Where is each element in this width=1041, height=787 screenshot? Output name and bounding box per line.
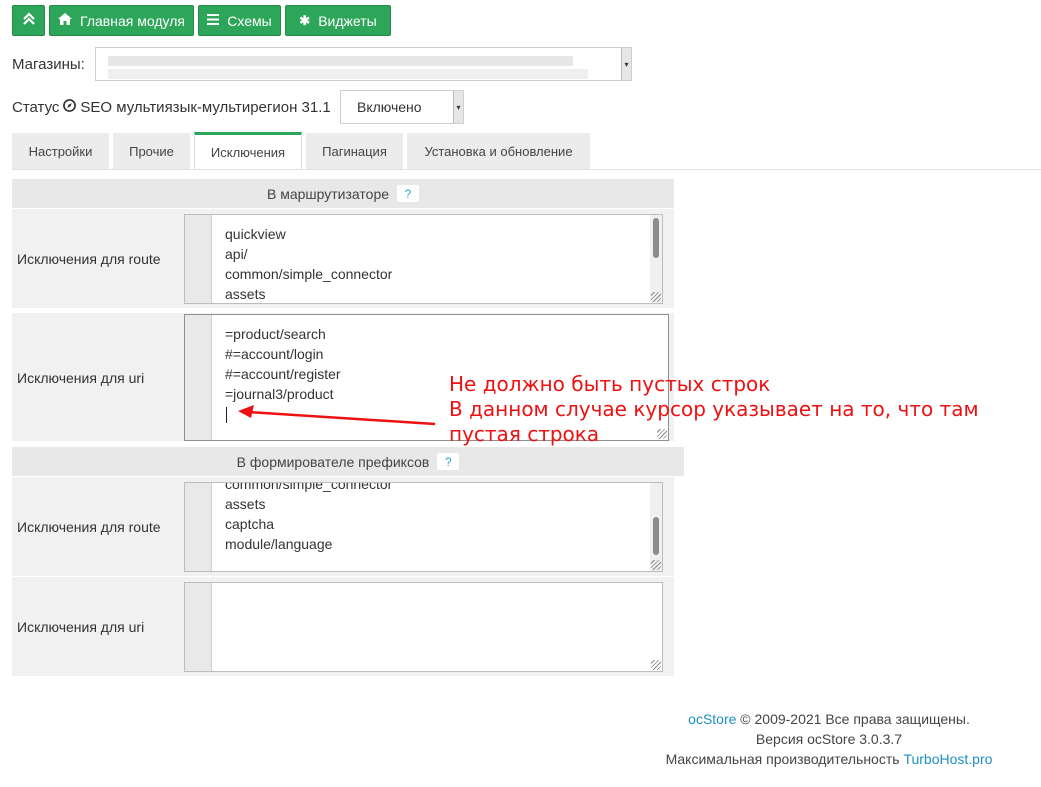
collapse-button[interactable] <box>12 5 45 36</box>
turbohost-link[interactable]: TurboHost.pro <box>903 751 992 767</box>
prefix-uri-label: Исключения для uri <box>17 619 145 635</box>
text-line: assets <box>225 286 266 302</box>
module-home-button[interactable]: Главная модуля <box>49 5 194 36</box>
home-button-label: Главная модуля <box>80 12 185 29</box>
line-gutter <box>185 315 212 440</box>
tab-label: Пагинация <box>322 143 387 159</box>
prefix-section-header: В формирователе префиксов ? <box>12 447 684 476</box>
prefix-uri-textarea[interactable] <box>184 582 663 672</box>
tab-exclusions[interactable]: Исключения <box>194 132 302 170</box>
annotation-text: Не должно быть пустых строк В данном слу… <box>449 372 979 447</box>
tab-settings[interactable]: Настройки <box>12 133 109 169</box>
footer: ocStore © 2009-2021 Все права защищены. … <box>620 709 1038 769</box>
router-route-textarea[interactable]: quickview api/ common/simple_connector a… <box>184 214 663 304</box>
home-icon <box>58 13 73 28</box>
tab-label: Прочие <box>129 143 174 159</box>
text-line: captcha <box>225 516 275 532</box>
section-title: В формирователе префиксов <box>236 453 430 470</box>
tab-pagination[interactable]: Пагинация <box>306 133 403 169</box>
widgets-button[interactable]: ✱ Виджеты <box>285 5 391 36</box>
footer-perf-line: Максимальная производительность TurboHos… <box>620 749 1038 769</box>
schemes-button-label: Схемы <box>227 12 272 29</box>
scrollbar[interactable] <box>650 483 662 571</box>
copyright-text: © 2009-2021 Все права защищены. <box>736 711 970 727</box>
router-route-label: Исключения для route <box>17 251 161 267</box>
line-gutter <box>185 215 212 303</box>
perf-text: Максимальная производительность <box>665 751 904 767</box>
scrollbar[interactable] <box>650 215 662 303</box>
footer-version: Версия ocStore 3.0.3.7 <box>755 731 903 747</box>
stores-label: Магазины: <box>12 56 85 73</box>
chevrons-up-icon <box>22 12 36 29</box>
scrollbar-thumb[interactable] <box>653 517 659 555</box>
widgets-button-label: Виджеты <box>318 12 377 29</box>
tab-label: Исключения <box>210 145 286 160</box>
text-line: quickview <box>225 226 286 242</box>
tab-divider <box>12 169 1041 170</box>
module-name: SEO мультиязык-мультирегион 31.1 <box>80 99 331 116</box>
tab-label: Установка и обновление <box>424 143 573 159</box>
router-route-lines: quickview api/ common/simple_connector a… <box>225 224 393 303</box>
section-title: В маршрутизаторе <box>266 185 390 202</box>
text-line: #=account/register <box>225 366 341 382</box>
text-line: #=account/login <box>225 346 324 362</box>
router-uri-label: Исключения для uri <box>17 370 145 386</box>
text-line: module/language <box>225 536 333 552</box>
compass-icon <box>63 99 77 116</box>
annotation-arrow <box>238 405 436 426</box>
help-button[interactable]: ? <box>437 453 460 470</box>
line-gutter <box>185 483 212 571</box>
stores-select[interactable]: ▾ <box>95 47 632 81</box>
blurred-store-name <box>108 56 573 66</box>
tab-other[interactable]: Прочие <box>113 133 190 169</box>
status-select[interactable]: Включено ▾ <box>340 90 464 124</box>
annotation-line: В данном случае курсор указывает на то, … <box>449 397 979 421</box>
text-line: common/simple_connector <box>225 266 393 282</box>
prefix-route-label: Исключения для route <box>17 519 161 535</box>
help-button[interactable]: ? <box>397 185 420 202</box>
list-icon <box>207 13 220 28</box>
prefix-route-lines: common/simple_connector assets captcha m… <box>225 482 393 554</box>
scrollbar-thumb[interactable] <box>653 218 659 258</box>
footer-copyright-line: ocStore © 2009-2021 Все права защищены. <box>620 709 1038 729</box>
status-label: Статус <box>12 99 60 116</box>
tab-label: Настройки <box>28 143 93 159</box>
tab-install-update[interactable]: Установка и обновление <box>407 133 590 169</box>
text-line: api/ <box>225 246 248 262</box>
blurred-store-name-2 <box>108 69 588 79</box>
status-value: Включено <box>357 99 422 115</box>
asterisk-icon: ✱ <box>299 12 311 28</box>
chevron-down-icon: ▾ <box>453 91 463 123</box>
resize-handle[interactable] <box>651 560 661 570</box>
resize-handle[interactable] <box>651 292 661 302</box>
text-line: common/simple_connector <box>225 482 393 492</box>
resize-handle[interactable] <box>651 660 661 670</box>
annotation-line: пустая строка <box>449 422 600 446</box>
ocstore-link[interactable]: ocStore <box>688 711 736 727</box>
text-line: assets <box>225 496 266 512</box>
prefix-route-textarea[interactable]: common/simple_connector assets captcha m… <box>184 482 663 572</box>
router-uri-lines: =product/search #=account/login #=accoun… <box>225 324 341 404</box>
chevron-down-icon: ▾ <box>621 48 631 80</box>
annotation-line: Не должно быть пустых строк <box>449 372 771 396</box>
status-label-group: Статус SEO мультиязык-мультирегион 31.1 <box>12 99 331 116</box>
router-section-header: В маршрутизаторе ? <box>12 179 674 208</box>
text-line: =product/search <box>225 326 326 342</box>
schemes-button[interactable]: Схемы <box>198 5 281 36</box>
line-gutter <box>185 583 212 671</box>
text-cursor <box>226 407 227 423</box>
